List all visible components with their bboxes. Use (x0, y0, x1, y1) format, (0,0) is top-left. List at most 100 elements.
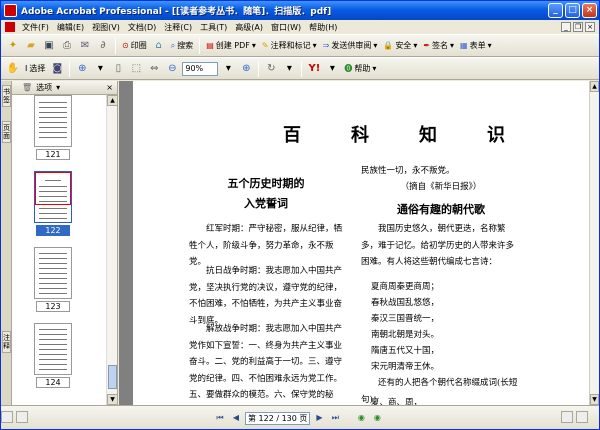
document-scrollbar[interactable]: ▲ ▼ (589, 81, 599, 405)
print-button[interactable]: ⊙ 印圈 (120, 40, 149, 51)
panel-scroll-thumb[interactable] (108, 365, 117, 389)
thumbnail-label: 122 (36, 225, 70, 236)
thumbnail-label: 123 (36, 301, 70, 312)
yahoo-icon[interactable]: Y! (306, 61, 322, 77)
email-icon[interactable]: ✉ (77, 38, 93, 54)
menu-advanced[interactable]: 高级(A) (231, 22, 267, 33)
scroll-up-icon[interactable]: ▲ (107, 95, 118, 106)
page-number-input[interactable]: 第 122 / 130 页 (245, 411, 311, 425)
trash-icon[interactable]: 🗑 (22, 83, 32, 92)
scroll-down-icon[interactable]: ▼ (107, 394, 118, 405)
main-toolbar: ✦ ▰ ▣ ⎙ ✉ ∂ ⊙ 印圈 ⌂ ⌕ 搜索 ▤ 创建 PDF ▾ ✎ 注释和标记 ▾ ⇒… (1, 34, 599, 57)
poem-line: 夏商周秦更商周； (371, 282, 440, 292)
chevron-down-icon[interactable]: ▾ (92, 61, 108, 77)
doc-minimize-button[interactable]: _ (561, 22, 571, 32)
chevron-down-icon[interactable]: ▾ (324, 61, 340, 77)
close-button[interactable]: × (582, 3, 597, 18)
poem-line: 秦汉三国晋统一， (371, 314, 440, 324)
chevron-down-icon: ▾ (372, 64, 377, 73)
minimize-button[interactable]: _ (548, 3, 563, 18)
create-pdf-button[interactable]: ▤ 创建 PDF ▾ (204, 40, 258, 51)
scroll-down-icon[interactable]: ▼ (590, 394, 599, 405)
chevron-down-icon[interactable]: ▾ (220, 61, 236, 77)
fit-width-icon[interactable]: ⇔ (146, 61, 162, 77)
article1-heading-line2: 入党誓词 (244, 197, 288, 210)
send-review-button[interactable]: ⇒ 发送供审阅 ▾ (321, 40, 380, 51)
organizer-icon[interactable]: ⌂ (151, 38, 167, 54)
chevron-down-icon: ▾ (312, 41, 317, 50)
previous-page-icon[interactable]: ◀ (229, 411, 243, 425)
title-bar[interactable]: Adobe Acrobat Professional - [[读者参考丛书．随笔… (1, 1, 599, 20)
page-thumbnail[interactable]: 124 (34, 323, 72, 388)
zoom-in-icon[interactable]: ⊕ (74, 61, 90, 77)
secure-button[interactable]: 🔒 安全 ▾ (381, 40, 419, 51)
page-thumbnail[interactable]: 123 (34, 247, 72, 312)
page-thumbnail-selected[interactable]: 122 (34, 171, 72, 236)
next-page-icon[interactable]: ▶ (312, 411, 326, 425)
next-view-icon[interactable]: ◉ (370, 411, 384, 425)
page-thumbnail[interactable]: 121 (34, 95, 72, 160)
previous-view-icon[interactable]: ◉ (354, 411, 368, 425)
panel-scrollbar[interactable]: ▲ ▼ (106, 95, 118, 405)
attach-icon[interactable]: ∂ (95, 38, 111, 54)
chevron-down-icon: ▾ (413, 41, 418, 50)
forms-button[interactable]: ▦ 表单 ▾ (458, 40, 494, 51)
actual-size-icon[interactable]: ▯ (110, 61, 126, 77)
search-button[interactable]: ⌕ 搜索 (169, 40, 195, 51)
zoom-out-icon[interactable]: ⊖ (164, 61, 180, 77)
acrobat-window: Adobe Acrobat Professional - [[读者参考丛书．随笔… (0, 0, 600, 430)
print-icon[interactable]: ⎙ (59, 38, 75, 54)
hand-tool-icon[interactable]: ✋ (5, 61, 21, 77)
snapshot-icon[interactable]: ◙ (49, 61, 65, 77)
help-button[interactable]: ⓿ 帮助 ▾ (342, 63, 378, 74)
fit-page-icon[interactable]: ⬚ (128, 61, 144, 77)
col2-top-line: 民族性一切，永不叛党。 (361, 166, 455, 176)
tab-pages[interactable]: 页面 (2, 121, 11, 143)
first-page-icon[interactable]: ⏮ (213, 411, 227, 425)
zoom-plus-icon[interactable]: ⊕ (238, 61, 254, 77)
scroll-up-icon[interactable]: ▲ (590, 81, 599, 92)
thumbnail-label: 121 (36, 149, 70, 160)
options-menu[interactable]: 选项 (36, 82, 52, 93)
page-layout-icon[interactable] (1, 411, 13, 423)
menu-help[interactable]: 帮助(H) (305, 22, 341, 33)
help-icon: ⓿ (344, 64, 353, 73)
search-icon: ⌕ (170, 40, 176, 50)
menu-edit[interactable]: 编辑(E) (53, 22, 88, 33)
comment-markup-button[interactable]: ✎ 注释和标记 ▾ (260, 40, 319, 51)
page-navigation: ⏮ ◀ 第 122 / 130 页 ▶ ⏭ ◉ ◉ (213, 411, 384, 425)
doc-restore-button[interactable]: ❐ (573, 22, 583, 32)
maximize-button[interactable]: □ (565, 3, 580, 18)
tab-bookmarks[interactable]: 书签 (2, 85, 11, 107)
rotate-icon[interactable]: ↻ (263, 61, 279, 77)
menu-view[interactable]: 视图(V) (88, 22, 124, 33)
pdf-icon: ▤ (206, 41, 214, 50)
chevron-down-icon: ▾ (450, 41, 455, 50)
select-tool-button[interactable]: I 选择 (23, 63, 47, 74)
chevron-down-icon[interactable]: ▾ (281, 61, 297, 77)
chevron-down-icon[interactable]: ▾ (56, 83, 60, 92)
menu-comments[interactable]: 注释(C) (160, 22, 196, 33)
thumbnail-image (34, 95, 72, 147)
zoom-input[interactable]: 90% (182, 61, 219, 76)
tab-comments[interactable]: 注释 (2, 331, 11, 353)
single-page-icon[interactable] (561, 411, 573, 423)
document-page: 百 科 知 识 五个历史时期的 入党誓词 红军时期：严守秘密，服从纪律，牺牲个人… (133, 81, 589, 405)
save-icon[interactable]: ▣ (41, 38, 57, 54)
menu-document[interactable]: 文档(D) (124, 22, 160, 33)
menu-file[interactable]: 文件(F) (18, 22, 53, 33)
cursor-icon: I (25, 64, 28, 73)
menu-tools[interactable]: 工具(T) (196, 22, 231, 33)
document-view[interactable]: 百 科 知 识 五个历史时期的 入党誓词 红军时期：严守秘密，服从纪律，牺牲个人… (119, 81, 589, 405)
menu-window[interactable]: 窗口(W) (267, 22, 305, 33)
document-icon (5, 22, 15, 32)
open-folder-icon[interactable]: ▰ (23, 38, 39, 54)
doc-close-button[interactable]: × (585, 22, 595, 32)
last-page-icon[interactable]: ⏭ (328, 411, 342, 425)
continuous-page-icon[interactable] (576, 411, 588, 423)
create-icon[interactable]: ✦ (5, 38, 21, 54)
print-circle-icon: ⊙ (122, 41, 129, 50)
view-options-icon[interactable] (16, 411, 28, 423)
sign-button[interactable]: ✒ 签名 ▾ (421, 40, 456, 51)
panel-close-icon[interactable]: × (106, 83, 113, 92)
